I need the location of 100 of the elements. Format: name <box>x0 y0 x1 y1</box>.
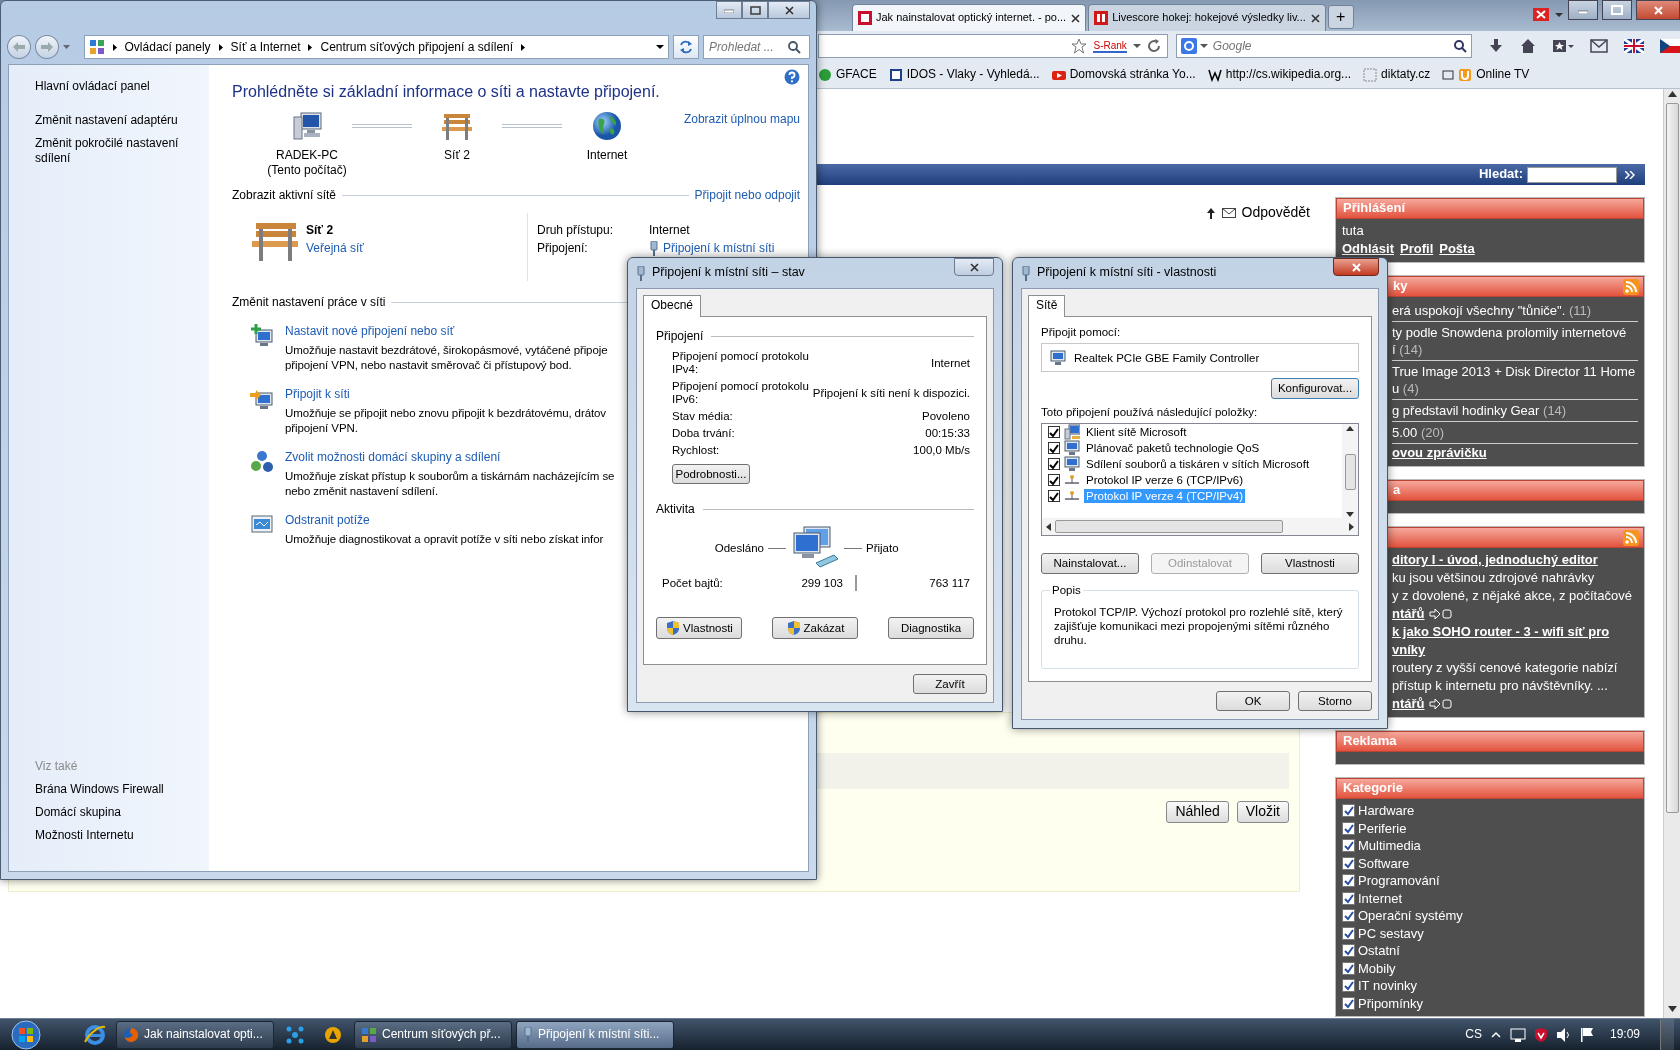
computer-icon[interactable] <box>291 110 323 143</box>
caret-icon[interactable] <box>656 44 665 50</box>
taskbar-button[interactable]: Jak nainstalovat opti... <box>116 1020 274 1049</box>
arrow-left-icon[interactable] <box>1046 522 1051 531</box>
flag-icon[interactable] <box>1624 39 1644 53</box>
new-tab-button[interactable]: + <box>1327 5 1354 29</box>
dialog-button[interactable]: Vlastnosti <box>1261 553 1359 574</box>
item-checkbox[interactable] <box>1048 442 1060 455</box>
category-checkbox[interactable] <box>1342 856 1355 870</box>
forward-button[interactable] <box>34 35 59 59</box>
minimize-button[interactable] <box>1568 0 1598 20</box>
cancel-button[interactable]: Storno <box>1298 690 1372 711</box>
taskbar-button[interactable]: Připojení k místní síti... <box>516 1020 674 1049</box>
taskbar-button[interactable]: Centrum síťových př... <box>354 1020 512 1049</box>
dialog-button[interactable]: Nainstalovat... <box>1041 553 1139 574</box>
dialog-button[interactable]: Diagnostika <box>888 617 974 640</box>
ok-button[interactable]: OK <box>1216 690 1290 711</box>
category-checkbox[interactable] <box>1342 909 1355 923</box>
category-checkbox[interactable] <box>1342 874 1355 888</box>
account-link[interactable]: Odhlásit <box>1342 240 1394 258</box>
task-link[interactable]: Připojit k síti <box>285 387 350 403</box>
article-link[interactable]: ovou zprávičku <box>1392 444 1638 462</box>
rss-icon[interactable] <box>1623 529 1639 546</box>
category-checkbox[interactable] <box>1342 821 1355 835</box>
category-checkbox[interactable] <box>1342 944 1355 958</box>
globe-icon[interactable] <box>591 110 623 143</box>
see-also-link[interactable]: Brána Windows Firewall <box>35 782 209 797</box>
category-checkbox[interactable] <box>1342 926 1355 940</box>
flag-icon[interactable] <box>1660 39 1680 53</box>
bookmark-link[interactable]: Domovská stránka Yo... <box>1051 67 1196 82</box>
comments-link[interactable]: ntářů <box>1392 695 1425 713</box>
category-checkbox[interactable] <box>1342 996 1355 1010</box>
list-item[interactable]: Protokol IP verze 6 (TCP/IPv6) <box>1084 472 1245 488</box>
close-dialog-button[interactable]: Zavřít <box>913 673 987 694</box>
form-button[interactable]: Náhled <box>1166 801 1229 823</box>
list-item[interactable]: Sdílení souborů a tiskáren v sítích Microsoft <box>1084 456 1312 472</box>
breadcrumb-link[interactable]: Síť a Internet <box>230 39 301 55</box>
clock[interactable]: 19:09 <box>1609 1027 1640 1042</box>
search-field[interactable] <box>1527 166 1617 183</box>
scrollbar-thumb[interactable] <box>1344 453 1356 490</box>
bookmark-link[interactable]: IDOS - Vlaky - Vyhledá... <box>888 67 1040 82</box>
headline-link[interactable]: True Image 2013 + Disk Director 11 Home u (4) <box>1392 361 1638 400</box>
item-checkbox[interactable] <box>1048 426 1060 439</box>
network-icon[interactable] <box>1509 1026 1526 1043</box>
configure-button[interactable]: Konfigurovat... <box>1271 378 1359 399</box>
connection-link[interactable]: Připojení k místní síti <box>663 241 775 257</box>
arrow-right-icon[interactable] <box>1349 522 1354 531</box>
dialog-button[interactable]: Zakázat <box>772 617 858 640</box>
close-button[interactable] <box>1333 258 1379 276</box>
sidebar-link[interactable]: Hlavní ovládací panel <box>35 79 195 94</box>
category-checkbox[interactable] <box>1342 979 1355 993</box>
sidebar-link[interactable]: Změnit nastavení adaptéru <box>35 113 195 128</box>
browser-tab[interactable]: Livescore hokej: hokejové výsledky liv... <box>1088 4 1326 31</box>
close-button[interactable] <box>954 258 994 276</box>
connect-link[interactable]: Připojit nebo odpojit <box>694 188 800 204</box>
bookmark-link[interactable]: http://cs.wikipedia.org... <box>1207 67 1352 82</box>
search-field[interactable]: Prohledat ... <box>703 35 810 59</box>
account-link[interactable]: Profil <box>1400 240 1434 258</box>
rss-icon[interactable] <box>1623 278 1639 295</box>
list-item[interactable]: Klient sítě Microsoft <box>1084 424 1189 440</box>
map-link[interactable]: Zobrazit úplnou mapu <box>683 112 800 128</box>
refresh-button[interactable] <box>673 35 700 59</box>
arrow-up-icon[interactable] <box>1205 207 1216 219</box>
scrollbar-thumb[interactable] <box>1055 520 1283 534</box>
sidebar-link[interactable]: Změnit pokročilé nastavení sdílení <box>35 136 195 166</box>
maximize-button[interactable] <box>742 1 768 19</box>
category-checkbox[interactable] <box>1342 839 1355 853</box>
headline-link[interactable]: erá uspokojí všechny "tůniče". (11) <box>1392 300 1638 322</box>
arrow-down-icon[interactable] <box>1667 1006 1677 1012</box>
article-link[interactable]: k jako SOHO router - 3 - wifi síť pro <box>1392 623 1638 641</box>
article-link[interactable]: ditory I - úvod, jednoduchý editor <box>1392 551 1638 569</box>
breadcrumb-link[interactable]: Centrum síťových připojení a sdílení <box>320 39 514 55</box>
category-checkbox[interactable] <box>1342 961 1355 975</box>
minimize-button[interactable] <box>716 1 742 19</box>
headline-link[interactable]: g představil hodinky Gear (14) <box>1392 400 1638 422</box>
browser-tab[interactable]: Jak nainstalovat optický internet. - po... <box>852 4 1087 31</box>
task-link[interactable]: Odstranit potíže <box>285 513 370 529</box>
back-button[interactable] <box>7 35 31 59</box>
dialog-tab[interactable]: Obecné <box>643 295 702 317</box>
item-checkbox[interactable] <box>1048 490 1060 503</box>
show-desktop-button[interactable] <box>1660 1018 1674 1050</box>
caret-icon[interactable] <box>1132 42 1141 50</box>
scrollbar-thumb[interactable] <box>1665 103 1679 813</box>
mail-icon[interactable] <box>1590 39 1608 53</box>
address-bar[interactable]: Ovládací panely Síť a Internet Centrum síťových připojení a sdílení <box>83 35 670 59</box>
article-link[interactable]: vníky <box>1392 641 1638 659</box>
see-also-link[interactable]: Domácí skupina <box>35 805 209 820</box>
arrow-up-icon[interactable] <box>1346 426 1354 432</box>
address-field[interactable]: S-Rank <box>818 34 1168 58</box>
component-list[interactable]: Klient sítě Microsoft Plánovač paketů technologie QoS Sdílení souborů a tiskáren v sítích Microsoft Protokol IP verze 6 (TCP/IPv6) Protokol IP verze 4 (TCP/IPv4) <box>1041 423 1359 537</box>
item-checkbox[interactable] <box>1048 458 1060 471</box>
arrow-down-icon[interactable] <box>1346 512 1354 518</box>
account-link[interactable]: Pošta <box>1439 240 1475 258</box>
maximize-button[interactable] <box>1602 0 1632 20</box>
category-checkbox[interactable] <box>1342 804 1355 818</box>
volume-icon[interactable] <box>1555 1026 1572 1043</box>
category-checkbox[interactable] <box>1342 891 1355 905</box>
help-icon[interactable] <box>784 69 800 85</box>
flag-icon[interactable] <box>1579 1026 1594 1043</box>
bookmark-link[interactable]: diktaty.cz <box>1363 67 1431 82</box>
